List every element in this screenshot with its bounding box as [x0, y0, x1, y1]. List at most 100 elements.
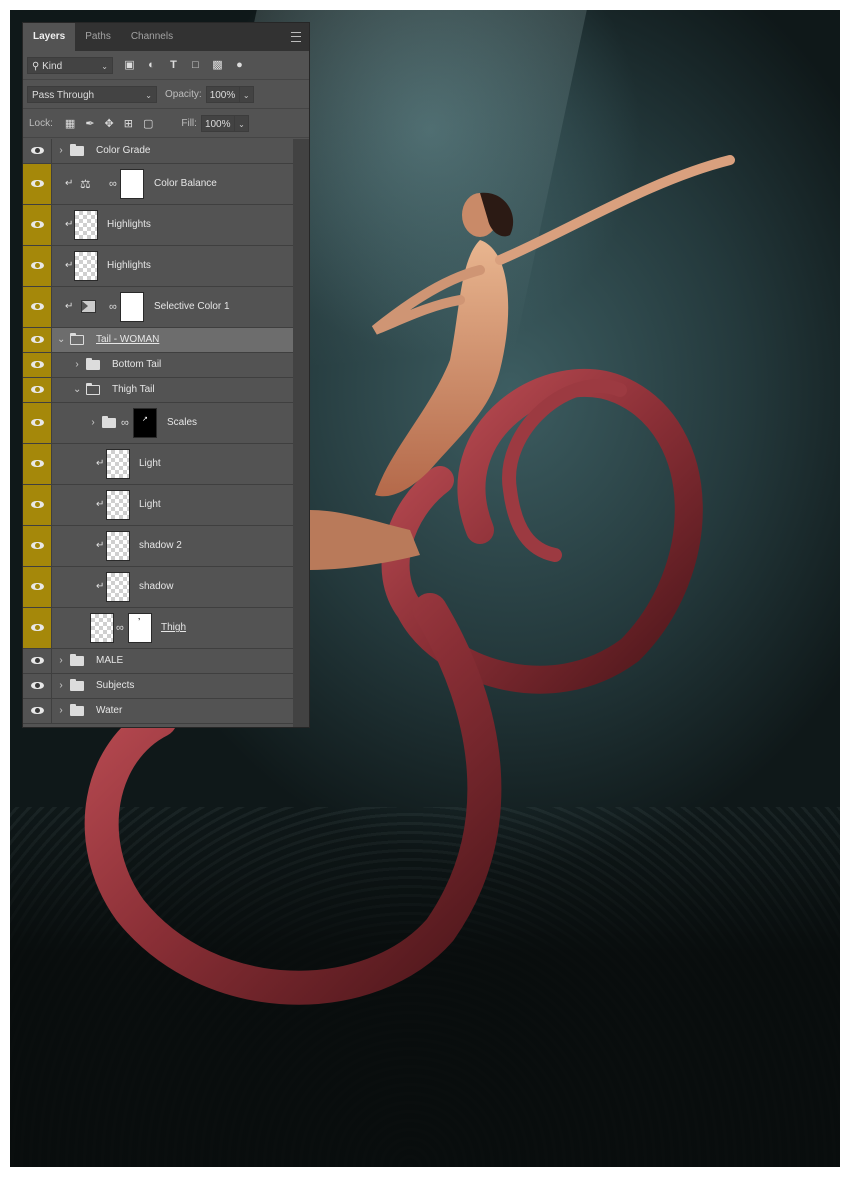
- link-chain-icon[interactable]: ∞: [121, 416, 129, 430]
- visibility-toggle[interactable]: [23, 378, 52, 402]
- layer-row[interactable]: ↵ ∞ Selective Color 1: [23, 287, 293, 328]
- layer-row[interactable]: ↵ Highlights: [23, 205, 293, 246]
- panel-tabs: Layers Paths Channels: [23, 23, 309, 51]
- chevron-down-icon[interactable]: ⌄: [57, 334, 65, 346]
- lock-move-icon[interactable]: ✥: [105, 117, 114, 130]
- figure-arm-raised: [495, 155, 735, 265]
- fill-field[interactable]: 100%: [200, 114, 235, 132]
- chevron-right-icon[interactable]: ›: [73, 359, 81, 371]
- clipping-arrow-icon: ↵: [65, 219, 74, 230]
- link-chain-icon[interactable]: ∞: [109, 300, 117, 314]
- filter-toggle-icon[interactable]: ●: [233, 59, 246, 72]
- layer-thumbnail[interactable]: [74, 251, 98, 281]
- blend-mode-value: Pass Through: [32, 89, 95, 101]
- opacity-dropdown-icon[interactable]: ⌄: [239, 85, 254, 103]
- layer-row[interactable]: › Water: [23, 699, 293, 724]
- clipping-arrow-icon: ↵: [96, 581, 105, 592]
- layer-row[interactable]: ↵ Highlights: [23, 246, 293, 287]
- visibility-toggle[interactable]: [23, 526, 52, 566]
- layer-thumbnail[interactable]: [106, 572, 130, 602]
- lock-label: Lock:: [29, 117, 53, 129]
- layer-row[interactable]: › MALE: [23, 649, 293, 674]
- clipping-arrow-icon: ↵: [65, 301, 74, 312]
- eye-icon: [31, 221, 44, 228]
- fill-dropdown-icon[interactable]: ⌄: [234, 114, 249, 132]
- eye-icon: [31, 147, 44, 154]
- layer-row[interactable]: ↵ Light: [23, 485, 293, 526]
- chevron-right-icon[interactable]: ›: [57, 680, 65, 692]
- eye-icon: [31, 624, 44, 631]
- tab-paths[interactable]: Paths: [75, 23, 121, 51]
- chevron-right-icon[interactable]: ›: [89, 417, 97, 429]
- lock-brush-icon[interactable]: ✒: [85, 117, 94, 130]
- layer-row[interactable]: › Bottom Tail: [23, 353, 293, 378]
- visibility-toggle[interactable]: [23, 567, 52, 607]
- layer-row[interactable]: ↵ shadow: [23, 567, 293, 608]
- layer-thumbnail[interactable]: [106, 531, 130, 561]
- layer-row[interactable]: ⌄ Thigh Tail: [23, 378, 293, 403]
- blend-mode-select[interactable]: Pass Through ⌄: [27, 85, 157, 103]
- chevron-down-icon[interactable]: ⌄: [73, 384, 81, 396]
- smart-object-filter-icon[interactable]: ▩: [211, 59, 224, 72]
- visibility-toggle[interactable]: [23, 608, 52, 648]
- chevron-right-icon[interactable]: ›: [57, 655, 65, 667]
- lock-artboard-icon[interactable]: ⊞: [124, 117, 133, 130]
- layer-thumbnail[interactable]: [106, 490, 130, 520]
- shape-filter-icon[interactable]: □: [189, 59, 202, 72]
- visibility-toggle[interactable]: [23, 139, 52, 163]
- layer-row[interactable]: › Subjects: [23, 674, 293, 699]
- clipping-arrow-icon: ↵: [96, 540, 105, 551]
- folder-icon: [70, 144, 84, 156]
- lock-transparency-icon[interactable]: ▦: [65, 117, 75, 130]
- opacity-field[interactable]: 100%: [205, 85, 240, 103]
- lock-row: Lock: ▦ ✒ ✥ ⊞ ▢ Fill: 100% ⌄: [23, 109, 309, 138]
- layer-row[interactable]: › Color Grade: [23, 139, 293, 164]
- selective-color-icon: [81, 300, 96, 313]
- visibility-toggle[interactable]: [23, 403, 52, 443]
- visibility-toggle[interactable]: [23, 328, 52, 352]
- type-filter-icon[interactable]: T: [167, 59, 180, 72]
- link-chain-icon[interactable]: ∞: [116, 621, 124, 635]
- panel-menu-icon[interactable]: [291, 32, 301, 42]
- layer-name: Bottom Tail: [112, 359, 162, 370]
- visibility-toggle[interactable]: [23, 699, 52, 723]
- tab-layers[interactable]: Layers: [23, 23, 76, 51]
- layer-row[interactable]: ↵ ⚖ ∞ Color Balance: [23, 164, 293, 205]
- visibility-toggle[interactable]: [23, 164, 52, 204]
- eye-icon: [31, 180, 44, 187]
- chevron-right-icon[interactable]: ›: [57, 705, 65, 717]
- layer-row[interactable]: ⌄ Tail - WOMAN: [23, 328, 293, 353]
- layer-row[interactable]: ↵ Light: [23, 444, 293, 485]
- layer-thumbnail[interactable]: [106, 449, 130, 479]
- layer-thumbnail[interactable]: [74, 210, 98, 240]
- visibility-toggle[interactable]: [23, 205, 52, 245]
- layer-row[interactable]: ∞ Thigh: [23, 608, 293, 649]
- layer-row[interactable]: ↵ shadow 2: [23, 526, 293, 567]
- layer-name: Tail - WOMAN: [96, 334, 160, 345]
- visibility-toggle[interactable]: [23, 649, 52, 673]
- visibility-toggle[interactable]: [23, 353, 52, 377]
- visibility-toggle[interactable]: [23, 485, 52, 525]
- chevron-right-icon[interactable]: ›: [57, 145, 65, 157]
- visibility-toggle[interactable]: [23, 674, 52, 698]
- eye-icon: [31, 583, 44, 590]
- link-chain-icon[interactable]: ∞: [109, 177, 117, 191]
- layer-mask-thumbnail[interactable]: [133, 408, 157, 438]
- adjustment-filter-icon[interactable]: ◐: [145, 59, 158, 72]
- kind-filter-select[interactable]: ⚲ Kind ⌄: [27, 56, 113, 74]
- layer-row[interactable]: › ∞ Scales: [23, 403, 293, 444]
- tab-channels[interactable]: Channels: [121, 23, 183, 51]
- image-filter-icon[interactable]: ▣: [123, 59, 136, 72]
- visibility-toggle[interactable]: [23, 444, 52, 484]
- lock-all-icon[interactable]: ▢: [143, 117, 153, 130]
- layers-scrollbar[interactable]: [293, 139, 309, 727]
- layer-mask-thumbnail[interactable]: [128, 613, 152, 643]
- layer-mask-thumbnail[interactable]: [120, 169, 144, 199]
- layer-mask-thumbnail[interactable]: [120, 292, 144, 322]
- blend-row: Pass Through ⌄ Opacity: 100% ⌄: [23, 80, 309, 109]
- smart-object-thumbnail[interactable]: [90, 613, 114, 643]
- eye-icon: [31, 361, 44, 368]
- visibility-toggle[interactable]: [23, 246, 52, 286]
- layers-panel: Layers Paths Channels ⚲ Kind ⌄ ▣ ◐ T □ ▩…: [23, 23, 309, 727]
- visibility-toggle[interactable]: [23, 287, 52, 327]
